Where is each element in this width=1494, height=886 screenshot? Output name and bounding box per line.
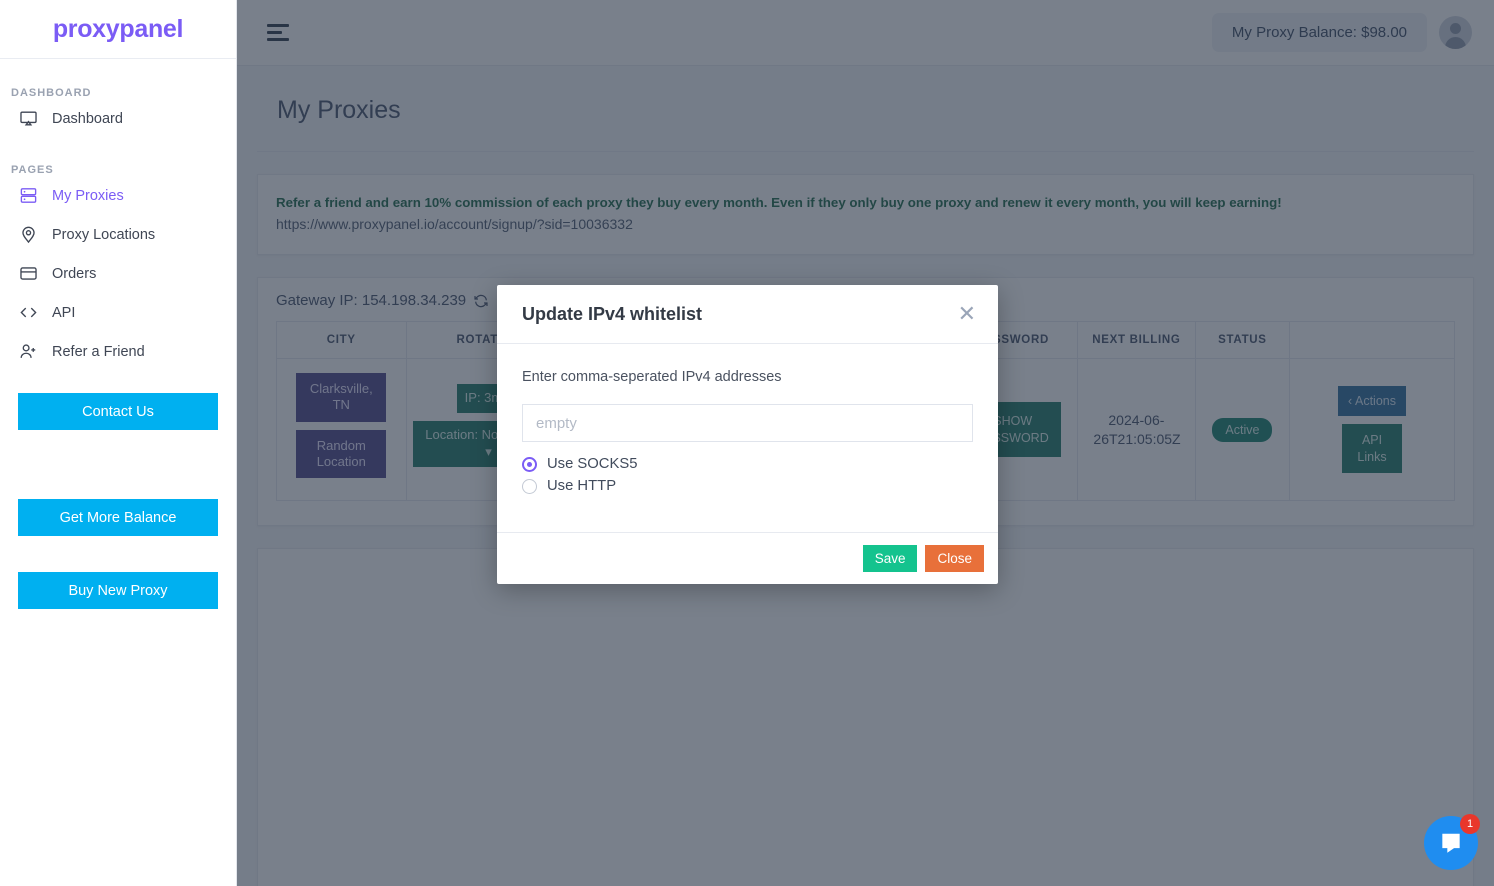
monitor-icon (18, 109, 38, 129)
radio-socks5-indicator[interactable] (522, 456, 537, 472)
brand-logo: proxypanel (52, 14, 184, 43)
buy-new-proxy-button[interactable]: Buy New Proxy (18, 572, 218, 609)
ipv4-input[interactable] (522, 404, 973, 442)
server-icon (18, 186, 38, 206)
radio-socks5-label: Use SOCKS5 (547, 456, 638, 472)
modal-header: Update IPv4 whitelist ✕ (497, 285, 998, 344)
chat-unread-badge: 1 (1460, 814, 1480, 834)
close-icon[interactable]: ✕ (958, 303, 976, 325)
radio-http-label: Use HTTP (547, 478, 617, 494)
modal-body: Enter comma-seperated IPv4 addresses Use… (497, 344, 998, 532)
radio-http-indicator[interactable] (522, 478, 537, 494)
sidebar-item-label: Dashboard (52, 110, 123, 127)
sidebar-item-proxy-locations[interactable]: Proxy Locations (0, 215, 236, 254)
sidebar-item-orders[interactable]: Orders (0, 254, 236, 293)
sidebar-item-my-proxies[interactable]: My Proxies (0, 176, 236, 215)
code-icon (18, 303, 38, 323)
ipv4-field-label: Enter comma-seperated IPv4 addresses (522, 369, 782, 385)
sidebar-item-label: Orders (52, 265, 97, 282)
credit-card-icon (18, 264, 38, 284)
sidebar-item-label: API (52, 304, 76, 321)
cancel-button[interactable]: Close (925, 545, 984, 572)
map-pin-icon (18, 225, 38, 245)
sidebar-item-refer-a-friend[interactable]: Refer a Friend (0, 332, 236, 371)
chat-bubble-icon[interactable]: 1 (1424, 814, 1480, 870)
radio-use-socks5[interactable]: Use SOCKS5 (522, 456, 973, 472)
brand-header[interactable]: proxypanel (0, 0, 236, 59)
app-root: proxypanel DASHBOARD Dashboard PAGES My … (0, 0, 1494, 886)
modal-title: Update IPv4 whitelist (522, 303, 703, 324)
sidebar-item-label: My Proxies (52, 187, 124, 204)
contact-us-button[interactable]: Contact Us (18, 393, 218, 430)
sidebar-item-dashboard[interactable]: Dashboard (0, 99, 236, 138)
sidebar: proxypanel DASHBOARD Dashboard PAGES My … (0, 0, 237, 886)
sidebar-section-pages: PAGES (11, 164, 54, 176)
sidebar-item-api[interactable]: API (0, 293, 236, 332)
modal-footer: Save Close (497, 532, 998, 584)
get-more-balance-button[interactable]: Get More Balance (18, 499, 218, 536)
sidebar-item-label: Refer a Friend (52, 343, 145, 360)
radio-use-http[interactable]: Use HTTP (522, 478, 973, 494)
user-plus-icon (18, 342, 38, 362)
sidebar-item-label: Proxy Locations (52, 226, 156, 243)
update-ipv4-whitelist-modal: Update IPv4 whitelist ✕ Enter comma-sepe… (497, 285, 998, 584)
save-button[interactable]: Save (862, 545, 918, 572)
sidebar-section-dashboard: DASHBOARD (11, 87, 92, 99)
